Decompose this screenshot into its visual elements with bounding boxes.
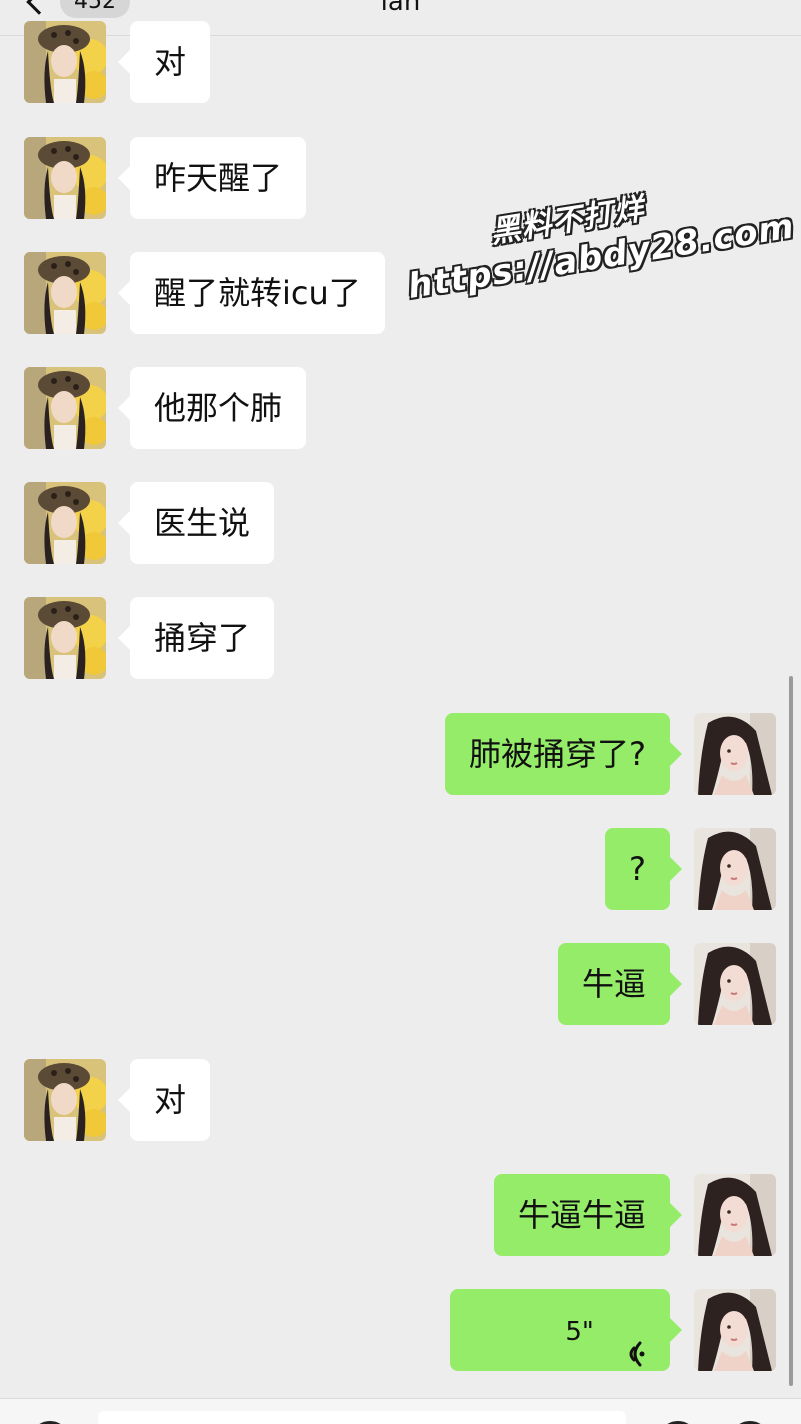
voice-wave-icon bbox=[620, 1317, 646, 1367]
my-avatar[interactable] bbox=[694, 1289, 776, 1371]
chat-screen: 452 lan 对 昨天醒了 醒了就转icu了 他那个肺 医生说 捅穿了 肺被捅… bbox=[0, 0, 801, 1424]
contact-avatar[interactable] bbox=[24, 21, 106, 103]
chat-title: lan bbox=[380, 0, 421, 17]
incoming-message-bubble[interactable]: 昨天醒了 bbox=[117, 137, 307, 219]
my-avatar[interactable] bbox=[694, 713, 776, 795]
message-input[interactable] bbox=[98, 1411, 626, 1424]
outgoing-message-bubble[interactable]: 肺被捅穿了? bbox=[445, 713, 682, 795]
contact-avatar[interactable] bbox=[24, 367, 106, 449]
chat-header: 452 lan bbox=[0, 0, 801, 36]
contact-avatar[interactable] bbox=[24, 137, 106, 219]
outgoing-message-bubble[interactable]: ? bbox=[605, 828, 682, 910]
contact-avatar[interactable] bbox=[24, 252, 106, 334]
outgoing-message-bubble[interactable]: 牛逼牛逼 bbox=[493, 1174, 683, 1256]
contact-avatar[interactable] bbox=[24, 597, 106, 679]
incoming-message-bubble[interactable]: 捅穿了 bbox=[117, 597, 275, 679]
contact-avatar[interactable] bbox=[24, 1059, 106, 1141]
my-avatar[interactable] bbox=[694, 828, 776, 910]
input-bar bbox=[0, 1398, 801, 1424]
my-avatar[interactable] bbox=[694, 943, 776, 1025]
voice-message-bubble[interactable]: 5" bbox=[450, 1289, 682, 1371]
contact-avatar[interactable] bbox=[24, 482, 106, 564]
scrollbar[interactable] bbox=[789, 676, 793, 1386]
voice-duration: 5" bbox=[565, 1317, 594, 1347]
incoming-message-bubble[interactable]: 对 bbox=[117, 21, 211, 103]
incoming-message-bubble[interactable]: 医生说 bbox=[117, 482, 275, 564]
outgoing-message-bubble[interactable]: 牛逼 bbox=[557, 943, 683, 1025]
incoming-message-bubble[interactable]: 对 bbox=[117, 1059, 211, 1141]
watermark: 黑料不打烊 https://abdy28.com bbox=[398, 163, 797, 307]
incoming-message-bubble[interactable]: 醒了就转icu了 bbox=[118, 252, 385, 334]
incoming-message-bubble[interactable]: 他那个肺 bbox=[117, 367, 307, 449]
my-avatar[interactable] bbox=[694, 1174, 776, 1256]
